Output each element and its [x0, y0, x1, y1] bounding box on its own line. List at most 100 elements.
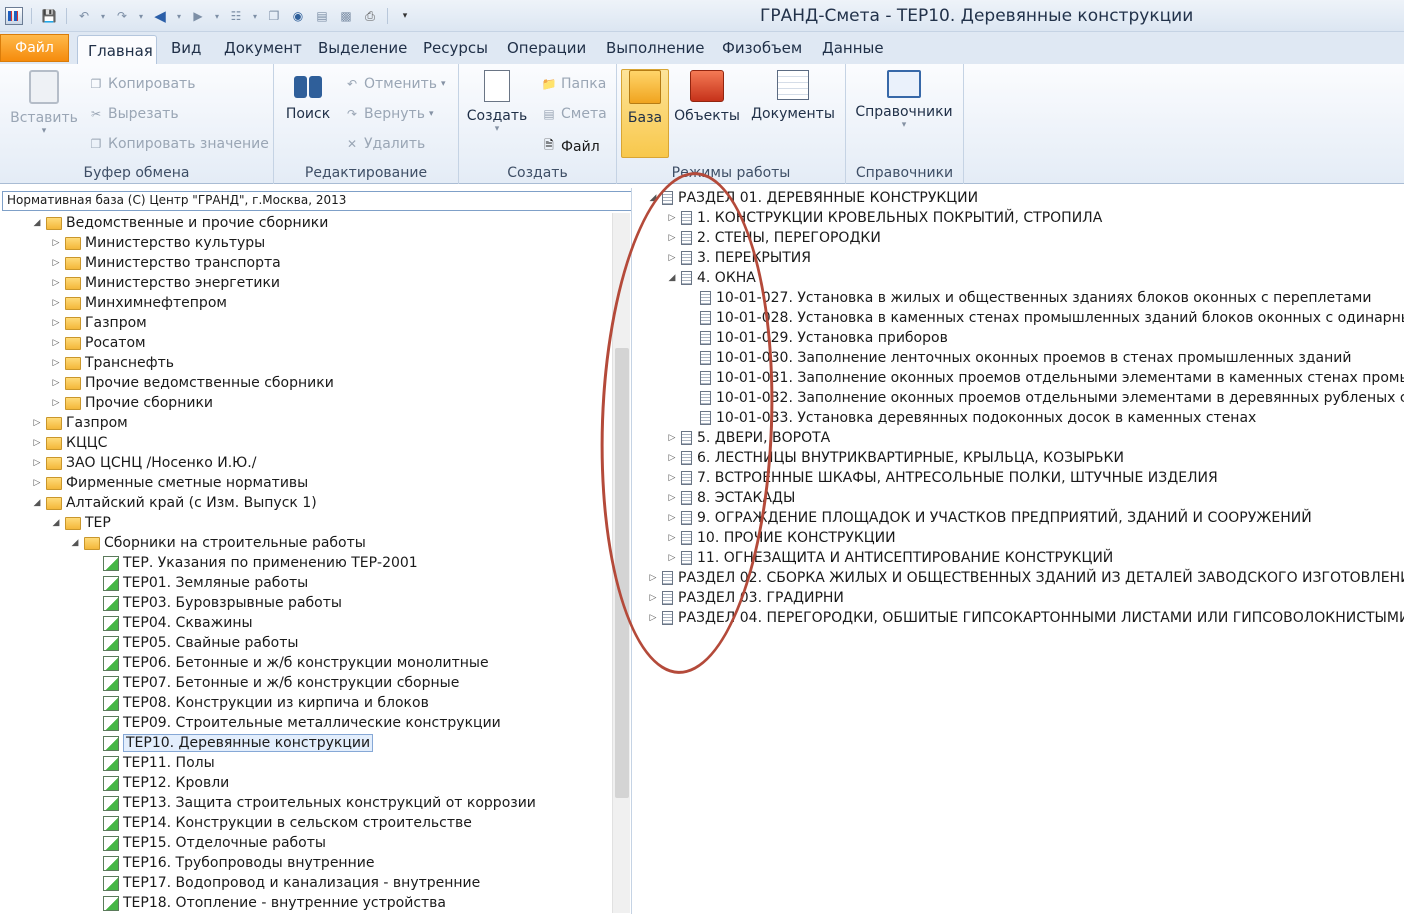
- redo-icon[interactable]: ↷: [112, 7, 132, 25]
- expand-icon[interactable]: ▷: [666, 512, 678, 524]
- collapse-icon[interactable]: ◢: [50, 517, 62, 529]
- expand-icon[interactable]: ▷: [647, 612, 659, 624]
- collapse-icon[interactable]: ◢: [31, 497, 43, 509]
- expand-icon[interactable]: ▷: [50, 317, 62, 329]
- expand-icon[interactable]: ▷: [666, 252, 678, 264]
- tree-item[interactable]: ▷ Министерство культуры: [50, 233, 266, 253]
- tree-item[interactable]: ▷ Росатом: [50, 333, 146, 353]
- link-icon[interactable]: ☷: [226, 7, 246, 25]
- tree-item[interactable]: ◢ Ведомственные и прочие сборники: [31, 213, 329, 233]
- tab-document[interactable]: Документ: [224, 39, 302, 57]
- tree-item[interactable]: ▷ 2. СТЕНЫ, ПЕРЕГОРОДКИ: [666, 228, 881, 248]
- undo-dropdown-icon[interactable]: ▾: [98, 7, 108, 25]
- expand-icon[interactable]: ▷: [666, 232, 678, 244]
- tree-item[interactable]: ▷ 10. ПРОЧИЕ КОНСТРУКЦИИ: [666, 528, 896, 548]
- copy-value-button[interactable]: ❐ Копировать значение: [88, 136, 269, 152]
- expand-icon[interactable]: ▷: [666, 472, 678, 484]
- tree-item[interactable]: ТЕР. Указания по применению ТЕР-2001: [88, 553, 418, 573]
- tree-item[interactable]: ▷ Прочие сборники: [50, 393, 213, 413]
- cut-button[interactable]: ✂ Вырезать: [88, 106, 179, 122]
- expand-icon[interactable]: ▷: [31, 437, 43, 449]
- link-dropdown-icon[interactable]: ▾: [250, 7, 260, 25]
- tree-item[interactable]: ▷ Транснефть: [50, 353, 174, 373]
- vertical-scrollbar[interactable]: [612, 213, 630, 913]
- tree-item[interactable]: ТЕР06. Бетонные и ж/б конструкции моноли…: [88, 653, 489, 673]
- undo-button[interactable]: ↶ Отменить ▾: [344, 76, 446, 92]
- tree-item-selected[interactable]: ТЕР10. Деревянные конструкции: [88, 733, 374, 753]
- tree-item[interactable]: ТЕР14. Конструкции в сельском строительс…: [88, 813, 472, 833]
- tree-item[interactable]: ТЕР12. Кровли: [88, 773, 229, 793]
- tree-item[interactable]: ▷ 6. ЛЕСТНИЦЫ ВНУТРИКВАРТИРНЫЕ, КРЫЛЬЦА, …: [666, 448, 1124, 468]
- paste-button[interactable]: Вставить ▾: [10, 70, 78, 136]
- tab-home[interactable]: Главная: [77, 35, 157, 65]
- tree-item[interactable]: ▷ РАЗДЕЛ 04. ПЕРЕГОРОДКИ, ОБШИТЫЕ ГИПСОКА…: [647, 608, 1404, 628]
- redo-dropdown-icon[interactable]: ▾: [136, 7, 146, 25]
- redo-button[interactable]: ↷ Вернуть ▾: [344, 106, 434, 122]
- binoculars-icon[interactable]: ◉: [288, 7, 308, 25]
- collapse-icon[interactable]: ◢: [69, 537, 81, 549]
- tree-item[interactable]: ТЕР03. Буровзрывные работы: [88, 593, 342, 613]
- search-button[interactable]: Поиск: [284, 70, 332, 122]
- tree-item[interactable]: ТЕР11. Полы: [88, 753, 215, 773]
- tab-operations[interactable]: Операции: [507, 39, 586, 57]
- tree-item[interactable]: ◢ Сборники на строительные работы: [69, 533, 366, 553]
- tab-resources[interactable]: Ресурсы: [423, 39, 488, 57]
- tree-item[interactable]: ТЕР05. Свайные работы: [88, 633, 298, 653]
- expand-icon[interactable]: ▷: [50, 297, 62, 309]
- back-icon[interactable]: ◀: [150, 7, 170, 25]
- new-estimate-button[interactable]: ▤ Смета: [541, 106, 606, 122]
- expand-icon[interactable]: ▷: [50, 337, 62, 349]
- forward-dropdown-icon[interactable]: ▾: [212, 7, 222, 25]
- tree-item[interactable]: ТЕР08. Конструкции из кирпича и блоков: [88, 693, 429, 713]
- tree-item[interactable]: ◢ Алтайский край (с Изм. Выпуск 1): [31, 493, 317, 513]
- expand-icon[interactable]: ▷: [666, 212, 678, 224]
- references-button[interactable]: Справочники ▾: [854, 70, 954, 130]
- tree-item[interactable]: ▷ Прочие ведомственные сборники: [50, 373, 334, 393]
- collapse-icon[interactable]: ◢: [647, 192, 659, 204]
- copy-button[interactable]: ❐ Копировать: [88, 76, 196, 92]
- tree-item[interactable]: ▷ Министерство транспорта: [50, 253, 281, 273]
- expand-icon[interactable]: ▷: [666, 452, 678, 464]
- tree-item[interactable]: ▷ Газпром: [31, 413, 128, 433]
- undo-icon[interactable]: ↶: [74, 7, 94, 25]
- expand-icon[interactable]: ▷: [31, 417, 43, 429]
- delete-button[interactable]: ✕ Удалить: [344, 136, 425, 152]
- tree-item[interactable]: ТЕР01. Земляные работы: [88, 573, 308, 593]
- tree-item[interactable]: 10-01-033. Установка деревянных подоконн…: [685, 408, 1256, 428]
- expand-icon[interactable]: ▷: [50, 377, 62, 389]
- forward-icon[interactable]: ▶: [188, 7, 208, 25]
- tree-item[interactable]: ▷ 3. ПЕРЕКРЫТИЯ: [666, 248, 811, 268]
- tree-item[interactable]: ▷ РАЗДЕЛ 03. ГРАДИРНИ: [647, 588, 844, 608]
- save-icon[interactable]: 💾: [39, 7, 59, 25]
- expand-icon[interactable]: ▷: [666, 552, 678, 564]
- create-button[interactable]: Создать ▾: [467, 70, 527, 134]
- tree-item[interactable]: 10-01-029. Установка приборов: [685, 328, 948, 348]
- tab-view[interactable]: Вид: [171, 39, 201, 57]
- tree-item[interactable]: ТЕР13. Защита строительных конструкций о…: [88, 793, 536, 813]
- tree-item[interactable]: ▷ ЗАО ЦСНЦ /Носенко И.Ю./: [31, 453, 257, 473]
- app-icon[interactable]: [4, 7, 24, 25]
- expand-icon[interactable]: ▷: [50, 277, 62, 289]
- tab-selection[interactable]: Выделение: [318, 39, 407, 57]
- tab-execution[interactable]: Выполнение: [606, 39, 705, 57]
- tree-item[interactable]: ▷ 9. ОГРАЖДЕНИЕ ПЛОЩАДОК И УЧАСТКОВ ПРЕДП…: [666, 508, 1312, 528]
- expand-icon[interactable]: ▷: [50, 237, 62, 249]
- export-icon[interactable]: ▤: [312, 7, 332, 25]
- tree-item[interactable]: ▷ 5. ДВЕРИ, ВОРОТА: [666, 428, 831, 448]
- tree-item[interactable]: ▷ Фирменные сметные нормативы: [31, 473, 309, 493]
- tree-item[interactable]: ▷ РАЗДЕЛ 02. СБОРКА ЖИЛЫХ И ОБЩЕСТВЕННЫХ …: [647, 568, 1404, 588]
- documents-button[interactable]: Документы: [751, 70, 835, 122]
- copy-icon[interactable]: ❐: [264, 7, 284, 25]
- expand-icon[interactable]: ▷: [50, 397, 62, 409]
- scrollbar-thumb[interactable]: [615, 348, 629, 798]
- tab-physvolume[interactable]: Физобъем: [722, 39, 802, 57]
- preview-icon[interactable]: ▩: [336, 7, 356, 25]
- tree-item[interactable]: ▷ 8. ЭСТАКАДЫ: [666, 488, 796, 508]
- tree-item[interactable]: ▷ КЦЦС: [31, 433, 108, 453]
- tree-item[interactable]: ▷ 11. ОГНЕЗАЩИТА И АНТИСЕПТИРОВАНИЕ КОНСТ…: [666, 548, 1114, 568]
- expand-icon[interactable]: ▷: [666, 492, 678, 504]
- tree-item[interactable]: 10-01-027. Установка в жилых и обществен…: [685, 288, 1371, 308]
- tree-item[interactable]: ▷ Минхимнефтепром: [50, 293, 227, 313]
- tree-item[interactable]: ТЕР18. Отопление - внутренние устройства: [88, 893, 446, 913]
- back-dropdown-icon[interactable]: ▾: [174, 7, 184, 25]
